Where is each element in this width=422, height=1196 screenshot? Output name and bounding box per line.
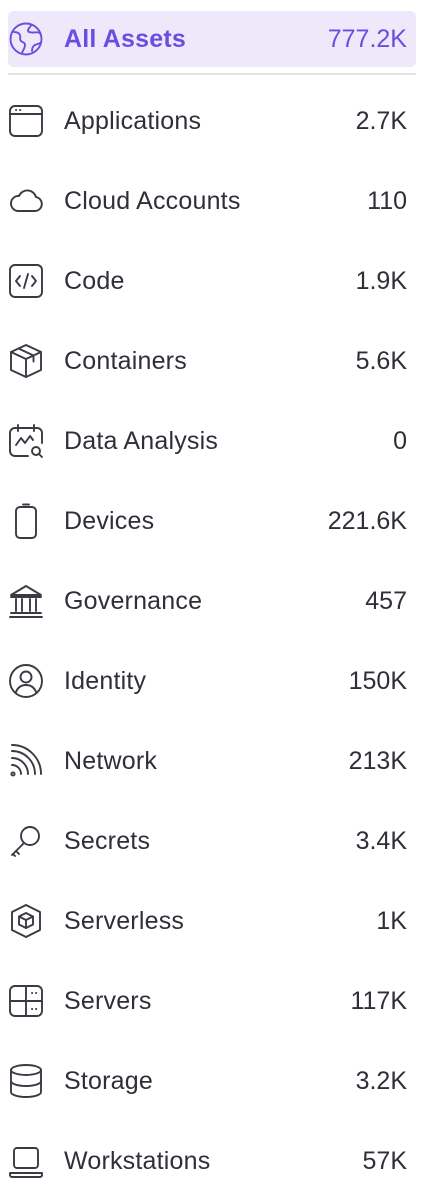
- cloud-icon: [8, 183, 44, 219]
- asset-category-list: All Assets 777.2K Applications 2.7K Clou…: [0, 0, 422, 1196]
- nav-item-label: Governance: [64, 587, 203, 615]
- calendar-chart-icon: [8, 423, 44, 459]
- bank-icon: [8, 583, 44, 619]
- nav-item-label: Applications: [64, 107, 202, 135]
- nav-item-label: Data Analysis: [64, 427, 219, 455]
- user-circle-icon: [8, 663, 44, 699]
- nav-item-count: 57K: [362, 1147, 407, 1175]
- server-icon: [8, 983, 44, 1019]
- phone-icon: [8, 503, 44, 539]
- nav-item-count: 1.9K: [355, 267, 407, 295]
- globe-icon: [8, 21, 44, 57]
- nav-item-storage[interactable]: Storage 3.2K: [8, 1053, 416, 1109]
- nav-item-governance[interactable]: Governance 457: [8, 573, 416, 629]
- nav-item-label: Secrets: [64, 827, 151, 855]
- nav-item-count: 5.6K: [355, 347, 407, 375]
- nav-item-label: Storage: [64, 1067, 153, 1095]
- nav-item-label: Devices: [64, 507, 155, 535]
- nav-item-all-assets[interactable]: All Assets 777.2K: [8, 11, 416, 67]
- nav-item-count: 777.2K: [327, 25, 407, 53]
- nav-item-label: Cloud Accounts: [64, 187, 241, 215]
- nav-item-count: 457: [365, 587, 407, 615]
- nav-item-label: Servers: [64, 987, 152, 1015]
- nav-item-label: Identity: [64, 667, 147, 695]
- nav-item-count: 117K: [350, 987, 407, 1015]
- nav-item-code[interactable]: Code 1.9K: [8, 253, 416, 309]
- box-icon: [8, 343, 44, 379]
- key-icon: [8, 823, 44, 859]
- nav-item-label: Network: [64, 747, 158, 775]
- nav-item-containers[interactable]: Containers 5.6K: [8, 333, 416, 389]
- nav-item-network[interactable]: Network 213K: [8, 733, 416, 789]
- nav-item-devices[interactable]: Devices 221.6K: [8, 493, 416, 549]
- browser-window-icon: [8, 103, 44, 139]
- nav-item-workstations[interactable]: Workstations 57K: [8, 1133, 416, 1189]
- divider: [8, 73, 416, 75]
- nav-item-data-analysis[interactable]: Data Analysis 0: [8, 413, 416, 469]
- nav-item-label: Serverless: [64, 907, 185, 935]
- wifi-signal-icon: [8, 743, 44, 779]
- nav-item-count: 3.2K: [355, 1067, 407, 1095]
- hexagon-box-icon: [8, 903, 44, 939]
- nav-item-count: 1K: [376, 907, 407, 935]
- nav-item-count: 2.7K: [355, 107, 407, 135]
- code-icon: [8, 263, 44, 299]
- nav-item-serverless[interactable]: Serverless 1K: [8, 893, 416, 949]
- nav-item-count: 213K: [348, 747, 407, 775]
- nav-item-count: 3.4K: [355, 827, 407, 855]
- nav-item-label: Code: [64, 267, 125, 295]
- nav-item-count: 110: [367, 187, 407, 215]
- nav-item-count: 221.6K: [327, 507, 407, 535]
- nav-item-identity[interactable]: Identity 150K: [8, 653, 416, 709]
- nav-item-secrets[interactable]: Secrets 3.4K: [8, 813, 416, 869]
- nav-item-label: All Assets: [64, 25, 186, 53]
- nav-item-applications[interactable]: Applications 2.7K: [8, 93, 416, 149]
- nav-item-cloud-accounts[interactable]: Cloud Accounts 110: [8, 173, 416, 229]
- nav-item-label: Containers: [64, 347, 187, 375]
- nav-item-count: 0: [393, 427, 407, 455]
- laptop-icon: [8, 1143, 44, 1179]
- nav-item-label: Workstations: [64, 1147, 211, 1175]
- database-icon: [8, 1063, 44, 1099]
- nav-item-servers[interactable]: Servers 117K: [8, 973, 416, 1029]
- nav-item-count: 150K: [348, 667, 407, 695]
